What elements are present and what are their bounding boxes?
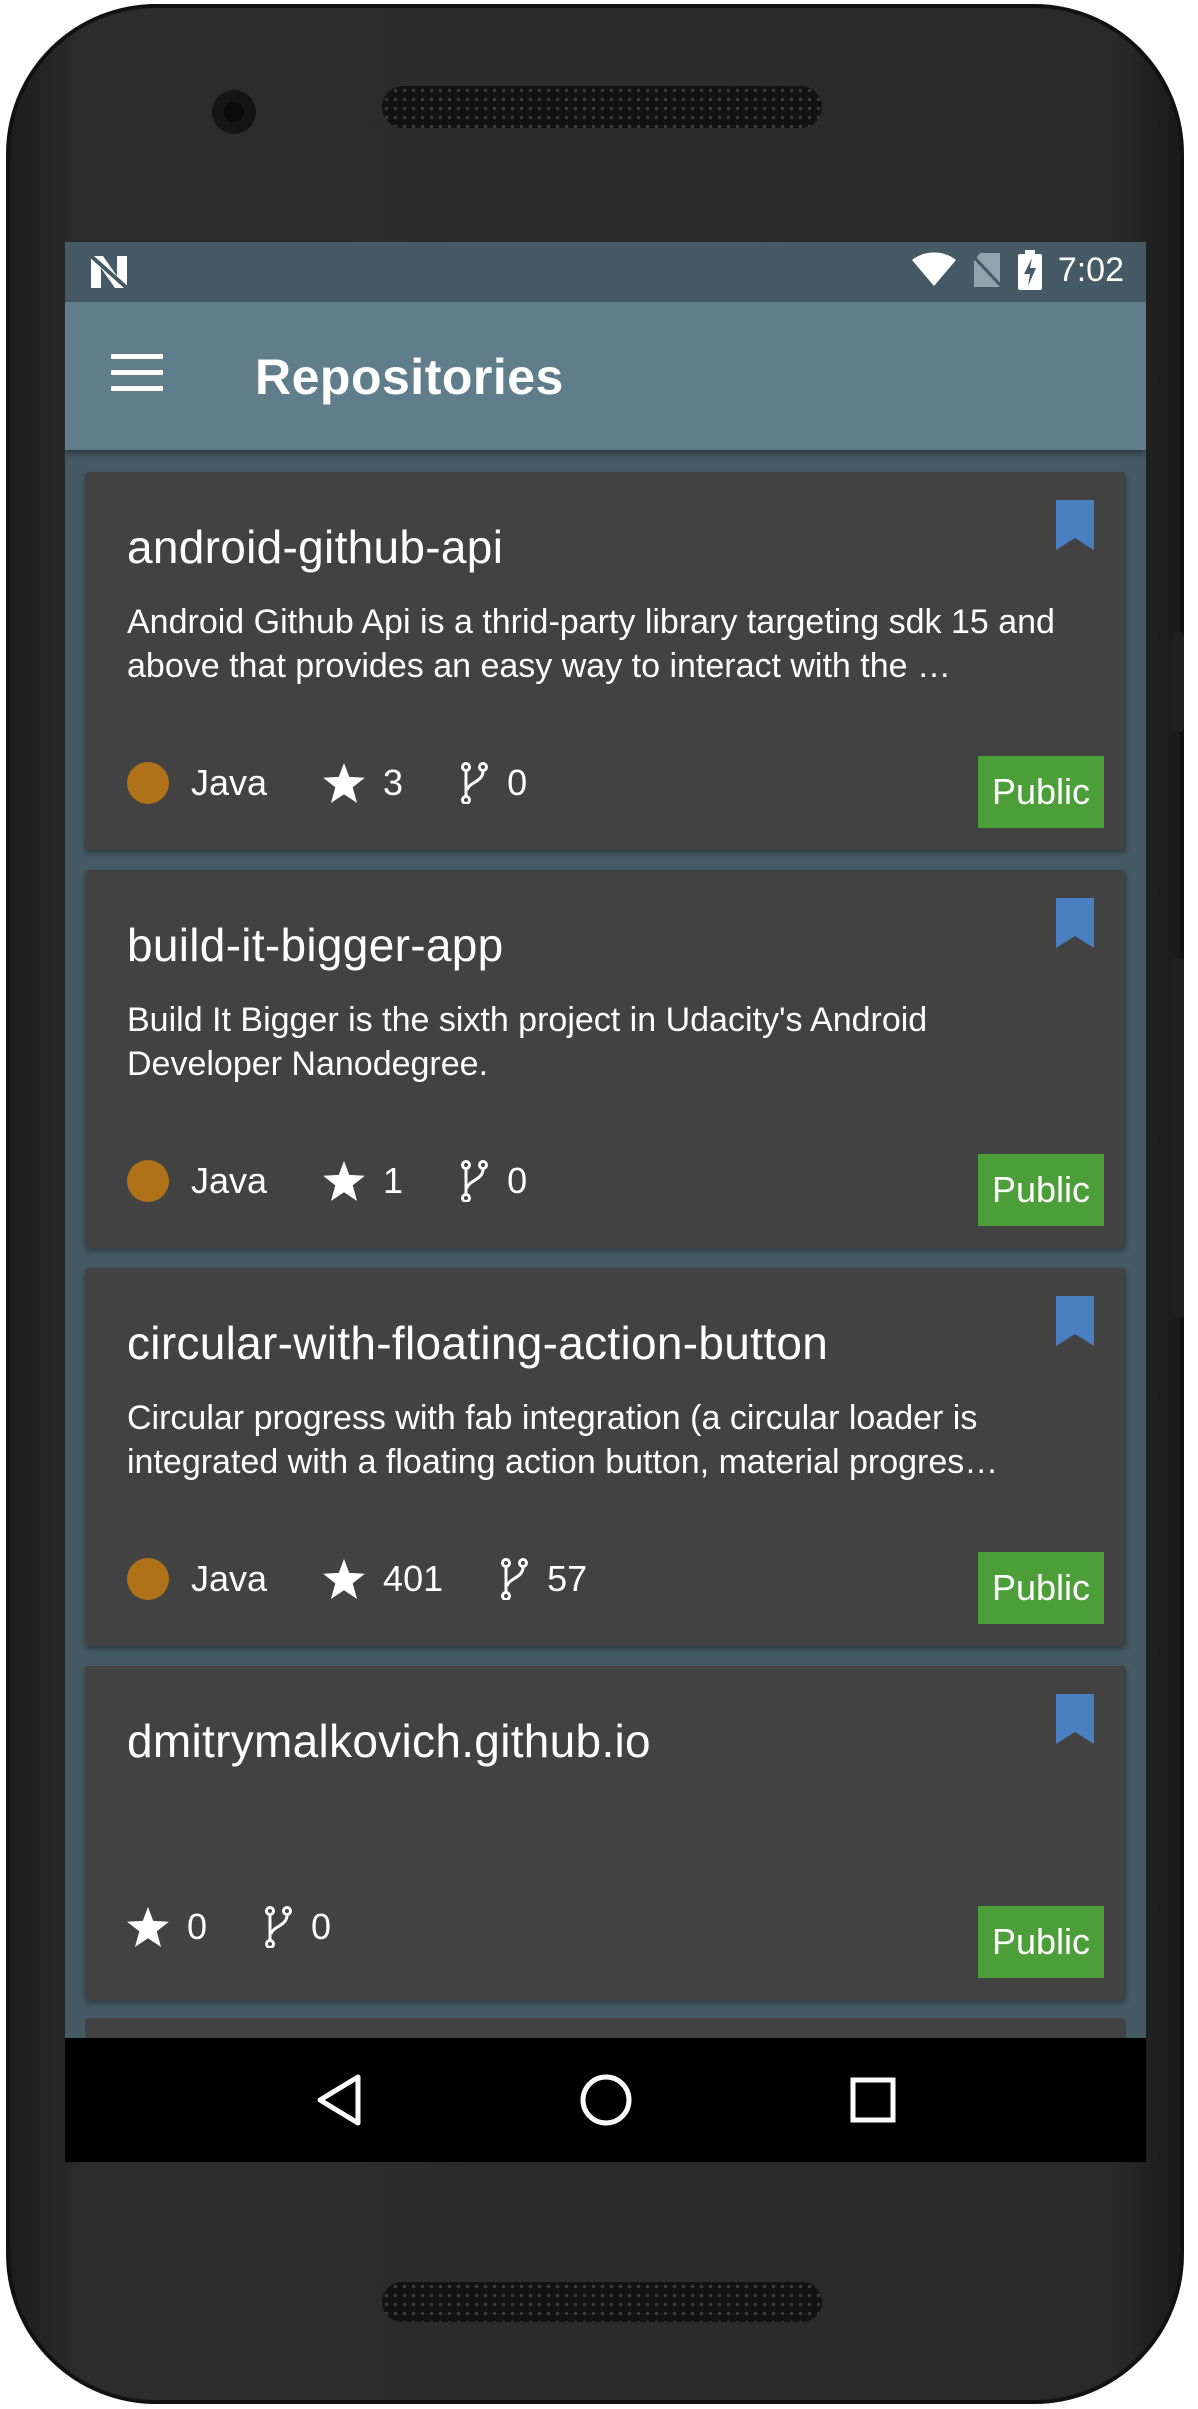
bookmark-icon[interactable] xyxy=(1056,1694,1094,1744)
stars: 1 xyxy=(323,1160,403,1202)
recents-icon[interactable] xyxy=(843,2070,903,2130)
repository-description: Circular progress with fab integration (… xyxy=(127,1399,999,1481)
app-bar: Repositories xyxy=(65,302,1146,450)
home-icon[interactable] xyxy=(576,2070,636,2130)
repository-card[interactable]: circular-with-floating-action-button Cir… xyxy=(85,1268,1126,1646)
hamburger-menu-icon[interactable] xyxy=(111,354,163,394)
repository-name: build-it-bigger-app xyxy=(127,919,504,971)
stars: 401 xyxy=(323,1558,443,1600)
visibility-badge: Public xyxy=(977,1552,1104,1624)
forks-count: 0 xyxy=(311,1906,332,1947)
bookmark-icon[interactable] xyxy=(1056,898,1094,948)
repository-meta: 0 0 xyxy=(127,1906,387,1948)
language: Java xyxy=(127,1160,267,1202)
repository-name: dmitrymalkovich.github.io xyxy=(127,1715,651,1767)
language-label: Java xyxy=(191,1558,268,1599)
star-icon xyxy=(323,1559,365,1599)
status-bar: 7:02 xyxy=(65,242,1146,302)
stars-count: 1 xyxy=(383,1160,404,1201)
forks: 57 xyxy=(499,1558,587,1600)
wifi-icon xyxy=(911,252,956,286)
repository-meta: Java 3 0 xyxy=(127,762,583,804)
language-label: Java xyxy=(191,762,268,803)
notification-n-icon xyxy=(89,254,129,290)
forks-count: 57 xyxy=(547,1558,588,1599)
bookmark-icon[interactable] xyxy=(1056,1296,1094,1346)
volume-button xyxy=(1172,958,1184,1318)
repository-description: Build It Bigger is the sixth project in … xyxy=(127,1001,928,1083)
repository-card[interactable]: build-it-bigger-app Build It Bigger is t… xyxy=(85,870,1126,1248)
page-title: Repositories xyxy=(255,349,564,405)
power-button xyxy=(1172,632,1184,732)
stars-count: 3 xyxy=(383,762,404,803)
repository-card[interactable]: dmitrymalkovich.github.io 0 0 Public xyxy=(85,1666,1126,2000)
bottom-speaker xyxy=(382,2282,822,2322)
language: Java xyxy=(127,1558,267,1600)
stars-count: 0 xyxy=(187,1906,208,1947)
forks-count: 0 xyxy=(507,1160,528,1201)
fork-icon xyxy=(265,1906,293,1948)
language: Java xyxy=(127,762,267,804)
star-icon xyxy=(127,1907,169,1947)
repository-list: android-github-api Android Github Api is… xyxy=(85,472,1126,2020)
status-time: 7:02 xyxy=(1057,250,1124,289)
fork-icon xyxy=(461,1160,489,1202)
bookmark-icon[interactable] xyxy=(1056,500,1094,550)
stars: 0 xyxy=(127,1906,207,1948)
repository-card[interactable]: android-github-api Android Github Api is… xyxy=(85,472,1126,850)
stars-count: 401 xyxy=(383,1558,444,1599)
forks: 0 xyxy=(459,1160,527,1202)
language-color-dot xyxy=(127,1558,169,1600)
star-icon xyxy=(323,763,365,803)
repository-name: circular-with-floating-action-button xyxy=(127,1317,829,1369)
repository-name: android-github-api xyxy=(127,521,504,573)
forks: 0 xyxy=(263,1906,331,1948)
repository-description: Android Github Api is a thrid-party libr… xyxy=(127,603,1055,685)
screen: 7:02 Repositories android-github-api And… xyxy=(65,242,1146,2162)
star-icon xyxy=(323,1161,365,1201)
navigation-bar xyxy=(65,2038,1146,2162)
visibility-badge: Public xyxy=(977,1906,1104,1978)
language-color-dot xyxy=(127,762,169,804)
language-color-dot xyxy=(127,1160,169,1202)
phone-frame: 7:02 Repositories android-github-api And… xyxy=(6,4,1184,2404)
battery-charging-icon xyxy=(1017,250,1042,290)
forks: 0 xyxy=(459,762,527,804)
repository-meta: Java 401 57 xyxy=(127,1558,643,1600)
language-label: Java xyxy=(191,1160,268,1201)
fork-icon xyxy=(501,1558,529,1600)
stars: 3 xyxy=(323,762,403,804)
back-icon[interactable] xyxy=(309,2070,369,2130)
visibility-badge: Public xyxy=(977,756,1104,828)
repository-meta: Java 1 0 xyxy=(127,1160,583,1202)
front-camera xyxy=(212,90,256,134)
forks-count: 0 xyxy=(507,762,528,803)
visibility-badge: Public xyxy=(977,1154,1104,1226)
fork-icon xyxy=(461,762,489,804)
earpiece-speaker xyxy=(382,86,822,128)
no-sim-icon xyxy=(971,253,1002,289)
